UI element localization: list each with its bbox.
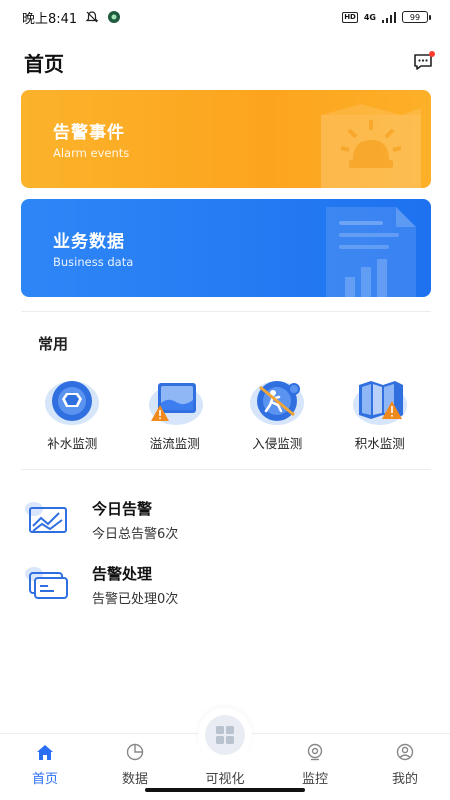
- camera-icon: [305, 742, 325, 762]
- nav-item-profile[interactable]: 我的: [360, 734, 450, 800]
- quick-item-water-supply[interactable]: 补水监测: [21, 375, 124, 455]
- today-alarm-row[interactable]: 今日告警 今日总告警6次: [24, 495, 424, 545]
- quick-item-waterlogging[interactable]: 积水监测: [329, 375, 432, 455]
- cards-icon: [24, 565, 70, 605]
- app-notification-icon: [107, 10, 121, 24]
- today-alarm-title: 今日告警: [92, 500, 153, 518]
- battery-level: 99: [409, 12, 421, 22]
- nav-label: 首页: [31, 772, 58, 787]
- alarm-card-subtitle: Alarm events: [53, 146, 130, 160]
- visualize-center-button[interactable]: [198, 708, 252, 762]
- home-indicator[interactable]: [145, 788, 305, 792]
- alarm-events-card[interactable]: 告警事件 Alarm events: [21, 90, 431, 188]
- business-card-subtitle: Business data: [53, 255, 134, 269]
- document-chart-icon: [326, 207, 416, 297]
- battery-icon: 99: [402, 11, 431, 23]
- alarm-handling-desc: 告警已处理0次: [92, 592, 179, 607]
- network-type: 4G: [363, 12, 376, 22]
- business-card-title: 业务数据: [53, 232, 125, 252]
- hd-badge: HD: [342, 11, 358, 23]
- water-supply-icon: [43, 375, 101, 427]
- alarm-card-title: 告警事件: [53, 123, 125, 143]
- intrusion-icon: [248, 375, 306, 427]
- nav-item-home[interactable]: 首页: [0, 734, 90, 800]
- status-time: 晚上8:41: [22, 11, 78, 27]
- nav-label: 监控: [301, 772, 328, 787]
- page-title: 首页: [24, 51, 64, 76]
- nav-label: 我的: [391, 772, 418, 787]
- alarm-light-icon: [321, 104, 421, 188]
- quick-item-label: 积水监测: [354, 436, 405, 451]
- quick-item-intrusion[interactable]: 入侵监测: [226, 375, 329, 455]
- unread-dot: [429, 51, 435, 57]
- today-alarm-desc: 今日总告警6次: [92, 527, 179, 542]
- quick-item-label: 入侵监测: [252, 436, 303, 451]
- divider: [21, 469, 431, 470]
- user-icon: [395, 742, 415, 762]
- alarm-handling-row[interactable]: 告警处理 告警已处理0次: [24, 560, 424, 610]
- alarm-handling-title: 告警处理: [92, 565, 153, 583]
- quick-item-label: 补水监测: [47, 436, 98, 451]
- overflow-icon: [146, 375, 204, 427]
- home-icon: [35, 742, 55, 762]
- trend-chart-icon: [24, 500, 70, 540]
- grid-icon: [205, 715, 245, 755]
- quick-item-overflow[interactable]: 溢流监测: [124, 375, 227, 455]
- signal-icon: [382, 11, 396, 23]
- message-button[interactable]: [412, 51, 435, 73]
- divider: [21, 311, 431, 312]
- quick-item-label: 溢流监测: [149, 436, 200, 451]
- business-data-card[interactable]: 业务数据 Business data: [21, 199, 431, 297]
- nav-label: 数据: [121, 772, 148, 787]
- status-bar: 晚上8:41 HD 4G 99: [0, 0, 450, 34]
- quick-actions: 补水监测 溢流监测 入侵监测 积水监测: [21, 375, 431, 455]
- waterlogging-icon: [351, 375, 409, 427]
- pie-chart-icon: [125, 742, 145, 762]
- common-section-title: 常用: [38, 335, 69, 353]
- nav-label: 可视化: [205, 772, 245, 787]
- notification-off-icon: [85, 10, 99, 24]
- page-header: 首页: [24, 46, 435, 78]
